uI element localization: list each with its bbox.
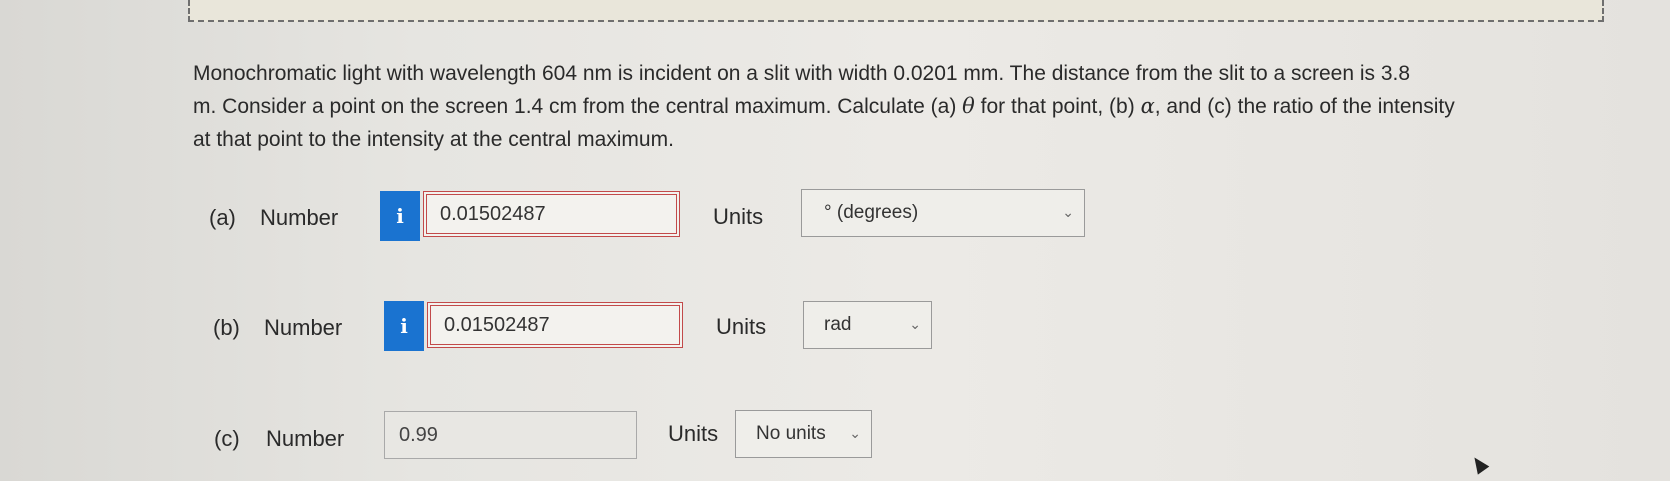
question-line-2b: for that point, (b) xyxy=(974,95,1141,118)
part-a-units-label: Units xyxy=(713,204,764,229)
part-a-units-select[interactable]: ° (degrees) ⌄ xyxy=(801,189,1085,237)
chevron-down-icon: ⌄ xyxy=(1062,204,1074,220)
part-c-answer-input[interactable]: 0.99 xyxy=(384,411,637,459)
part-b-value: 0.01502487 xyxy=(444,313,550,336)
part-b-units-select[interactable]: rad ⌄ xyxy=(803,301,932,349)
chevron-down-icon: ⌄ xyxy=(849,425,861,441)
part-b-unit-value: rad xyxy=(824,314,852,335)
info-icon: i xyxy=(400,314,408,338)
part-c-unit-value: No units xyxy=(756,423,826,444)
theta-symbol: θ xyxy=(962,94,975,118)
part-a-unit-value: ° (degrees) xyxy=(824,202,919,223)
part-a-value: 0.01502487 xyxy=(440,202,546,225)
question-line-1: Monochromatic light with wavelength 604 … xyxy=(193,62,1411,85)
previous-question-box xyxy=(188,0,1604,22)
part-a-number-label: Number xyxy=(260,205,339,230)
question-line-3: at that point to the intensity at the ce… xyxy=(193,128,674,151)
part-c-units-select[interactable]: No units ⌄ xyxy=(735,410,872,458)
part-b-number-label: Number xyxy=(264,315,343,340)
part-a-answer-input[interactable]: 0.01502487 xyxy=(423,191,680,237)
part-c-number-label: Number xyxy=(266,426,345,451)
part-b-info-button[interactable]: i xyxy=(384,301,424,351)
part-c-units-label: Units xyxy=(668,421,719,446)
part-b-answer-input[interactable]: 0.01502487 xyxy=(427,302,683,348)
question-text: Monochromatic light with wavelength 604 … xyxy=(193,57,1613,156)
part-c-value: 0.99 xyxy=(399,423,438,446)
part-a-label: (a) xyxy=(209,205,236,230)
alpha-symbol: α xyxy=(1140,94,1155,118)
question-line-2a: m. Consider a point on the screen 1.4 cm… xyxy=(193,95,963,118)
part-c-label: (c) xyxy=(214,426,240,451)
mouse-cursor-icon xyxy=(1468,453,1490,475)
question-line-2c: , and (c) the ratio of the intensity xyxy=(1154,95,1455,118)
part-b-units-label: Units xyxy=(716,314,767,339)
part-a-info-button[interactable]: i xyxy=(380,191,420,241)
part-b-label: (b) xyxy=(213,315,240,340)
chevron-down-icon: ⌄ xyxy=(909,316,921,332)
info-icon: i xyxy=(396,204,404,228)
